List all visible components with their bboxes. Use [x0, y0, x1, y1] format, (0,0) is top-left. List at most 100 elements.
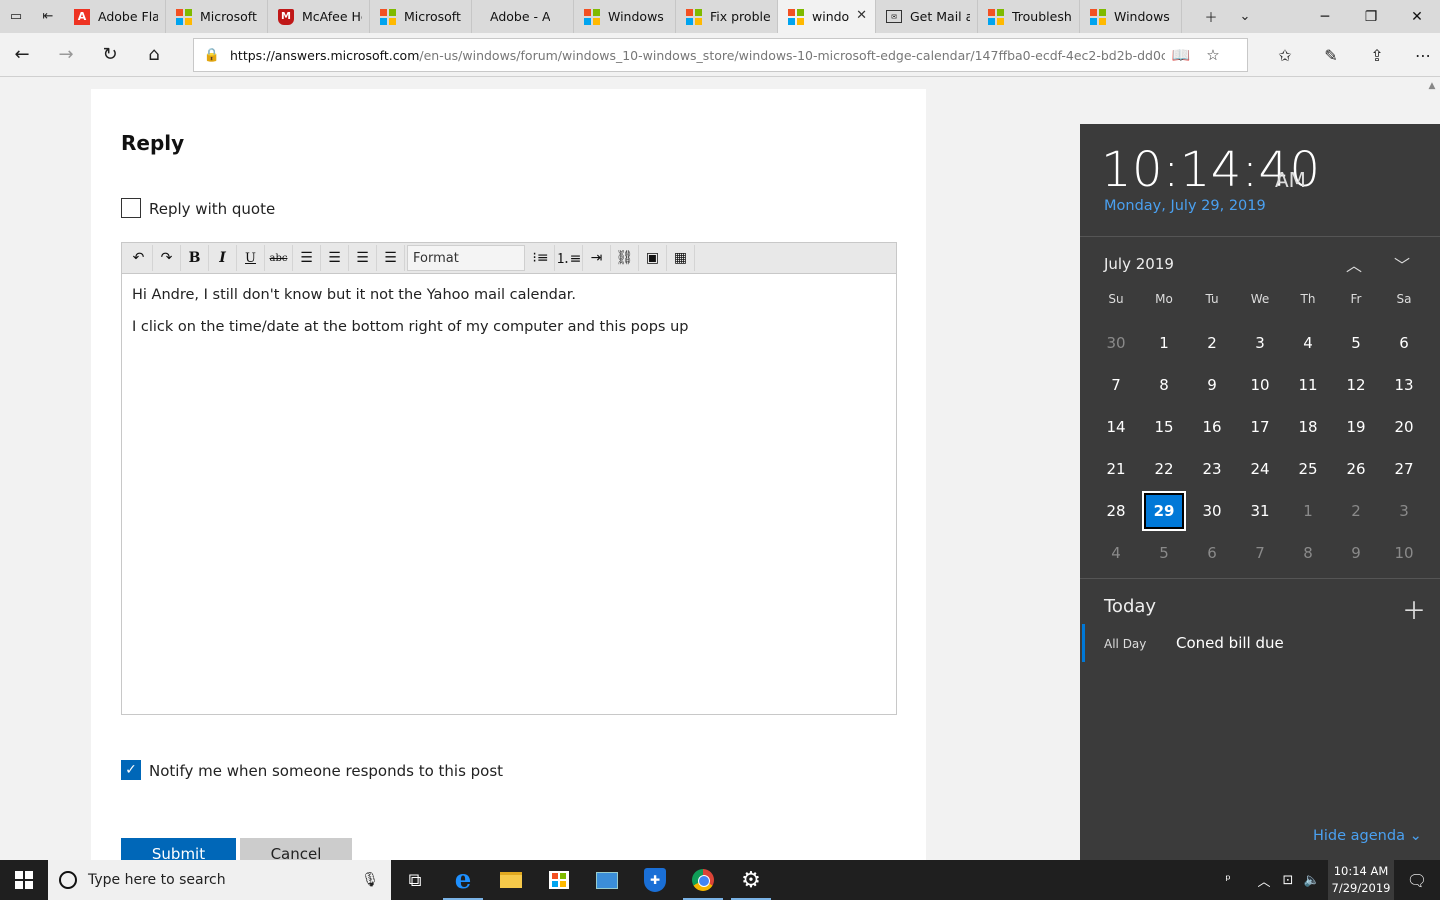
strikethrough-icon[interactable]: abc	[265, 245, 293, 271]
forward-button[interactable]: →	[44, 33, 88, 77]
calendar-day[interactable]: 14	[1092, 406, 1140, 448]
action-center-icon[interactable]: 🗨	[1394, 871, 1440, 890]
calendar-day[interactable]: 4	[1284, 322, 1332, 364]
home-button[interactable]: ⌂	[132, 33, 176, 77]
taskbar-search[interactable]: Type here to search 🎙	[48, 860, 391, 900]
format-dropdown[interactable]: Format	[407, 245, 525, 271]
image-icon[interactable]: ▣	[639, 245, 667, 271]
flyout-long-date[interactable]: Monday, July 29, 2019	[1104, 198, 1266, 214]
calendar-day[interactable]: 23	[1188, 448, 1236, 490]
calendar-day[interactable]: 10	[1380, 532, 1428, 574]
undo-icon[interactable]: ↶	[125, 245, 153, 271]
notify-label[interactable]: Notify me when someone responds to this …	[149, 762, 503, 780]
calendar-day[interactable]: 7	[1092, 364, 1140, 406]
calendar-day[interactable]: 31	[1236, 490, 1284, 532]
reply-with-quote-checkbox[interactable]	[121, 198, 141, 218]
calendar-day[interactable]: 7	[1236, 532, 1284, 574]
table-icon[interactable]: ▦	[667, 245, 695, 271]
bulleted-list-icon[interactable]: ⁝≡	[527, 245, 555, 271]
file-explorer-icon[interactable]	[487, 860, 535, 900]
calendar-day[interactable]: 12	[1332, 364, 1380, 406]
cancel-button[interactable]: Cancel	[240, 838, 352, 860]
numbered-list-icon[interactable]: ⒈≡	[555, 245, 583, 271]
more-menu-icon[interactable]: ⋯	[1400, 33, 1440, 77]
calendar-day[interactable]: 2	[1188, 322, 1236, 364]
browser-tab[interactable]: M McAfee He	[268, 0, 370, 33]
edge-app-icon[interactable]: e	[439, 860, 487, 900]
start-button[interactable]	[0, 860, 48, 900]
calendar-day[interactable]: 9	[1188, 364, 1236, 406]
volume-icon[interactable]: 🔈	[1300, 873, 1324, 888]
calendar-day[interactable]: 3	[1236, 322, 1284, 364]
browser-tab[interactable]: Windows	[574, 0, 676, 33]
browser-tab[interactable]: ✉ Get Mail a	[876, 0, 978, 33]
editor-text-area[interactable]: Hi Andre, I still don't know but it not …	[122, 274, 896, 361]
italic-icon[interactable]: I	[209, 245, 237, 271]
calendar-day[interactable]: 1	[1140, 322, 1188, 364]
browser-tab[interactable]: Fix probler	[676, 0, 778, 33]
close-tab-icon[interactable]: ✕	[856, 8, 867, 23]
people-icon[interactable]: ᵖ	[1216, 873, 1240, 888]
hide-agenda-link[interactable]: Hide agenda ⌄	[1313, 828, 1422, 844]
restore-button[interactable]: ❐	[1348, 0, 1394, 33]
calendar-day[interactable]: 8	[1140, 364, 1188, 406]
close-window-button[interactable]: ✕	[1394, 0, 1440, 33]
taskbar-clock[interactable]: 10:14 AM 7/29/2019	[1328, 860, 1394, 900]
calendar-day[interactable]: 21	[1092, 448, 1140, 490]
browser-tab[interactable]: Troublesho	[978, 0, 1080, 33]
calendar-day[interactable]: 20	[1380, 406, 1428, 448]
browser-tab[interactable]: Adobe - A	[472, 0, 574, 33]
calendar-day[interactable]: 30	[1188, 490, 1236, 532]
control-panel-icon[interactable]	[583, 860, 631, 900]
scroll-up-icon[interactable]: ▲	[1424, 77, 1440, 91]
calendar-day[interactable]: 5	[1332, 322, 1380, 364]
minimize-button[interactable]: ─	[1302, 0, 1348, 33]
align-justify-icon[interactable]: ☰	[377, 245, 405, 271]
browser-tab[interactable]: A Adobe Flas	[64, 0, 166, 33]
microphone-icon[interactable]: 🎙	[361, 872, 379, 888]
calendar-day[interactable]: 2	[1332, 490, 1380, 532]
calendar-day[interactable]: 24	[1236, 448, 1284, 490]
refresh-button[interactable]: ↻	[88, 33, 132, 77]
redo-icon[interactable]: ↷	[153, 245, 181, 271]
calendar-day[interactable]: 5	[1140, 532, 1188, 574]
browser-tab[interactable]: Microsoft	[370, 0, 472, 33]
calendar-day[interactable]: 26	[1332, 448, 1380, 490]
event-time[interactable]: All Day	[1104, 637, 1146, 651]
align-right-icon[interactable]: ☰	[349, 245, 377, 271]
calendar-day[interactable]: 13	[1380, 364, 1428, 406]
calendar-day[interactable]: 10	[1236, 364, 1284, 406]
calendar-day[interactable]: 18	[1284, 406, 1332, 448]
calendar-day[interactable]: 27	[1380, 448, 1428, 490]
calendar-day[interactable]: 25	[1284, 448, 1332, 490]
browser-tab[interactable]: windo ✕	[778, 0, 876, 33]
share-icon[interactable]: ⇪	[1354, 33, 1400, 77]
back-button[interactable]: ←	[0, 33, 44, 77]
store-app-icon[interactable]	[535, 860, 583, 900]
calendar-day[interactable]: 6	[1380, 322, 1428, 364]
bold-icon[interactable]: B	[181, 245, 209, 271]
next-month-icon[interactable]: ﹀	[1394, 252, 1410, 276]
calendar-day[interactable]: 19	[1332, 406, 1380, 448]
url-text[interactable]: https://answers.microsoft.com/en-us/wind…	[230, 48, 1165, 63]
settings-gear-icon[interactable]: ⚙	[727, 860, 775, 900]
reply-with-quote-label[interactable]: Reply with quote	[149, 200, 275, 218]
calendar-day[interactable]: 1	[1284, 490, 1332, 532]
favorite-star-icon[interactable]: ☆	[1197, 46, 1229, 64]
calendar-day[interactable]: 16	[1188, 406, 1236, 448]
favorites-icon[interactable]: ✩	[1262, 33, 1308, 77]
network-icon[interactable]: ⊡	[1276, 873, 1300, 888]
browser-tab[interactable]: Microsoft	[166, 0, 268, 33]
calendar-day[interactable]: 15	[1140, 406, 1188, 448]
reading-view-icon[interactable]: 📖	[1165, 46, 1197, 64]
calendar-day[interactable]: 8	[1284, 532, 1332, 574]
underline-icon[interactable]: U	[237, 245, 265, 271]
submit-button[interactable]: Submit	[121, 838, 236, 860]
align-center-icon[interactable]: ☰	[321, 245, 349, 271]
calendar-day-today[interactable]: 29	[1142, 491, 1186, 531]
event-title[interactable]: Coned bill due	[1176, 634, 1284, 652]
calendar-day[interactable]: 3	[1380, 490, 1428, 532]
calendar-day[interactable]: 28	[1092, 490, 1140, 532]
calendar-day[interactable]: 4	[1092, 532, 1140, 574]
tab-preview-chevron-icon[interactable]: ⌄	[1228, 0, 1262, 33]
